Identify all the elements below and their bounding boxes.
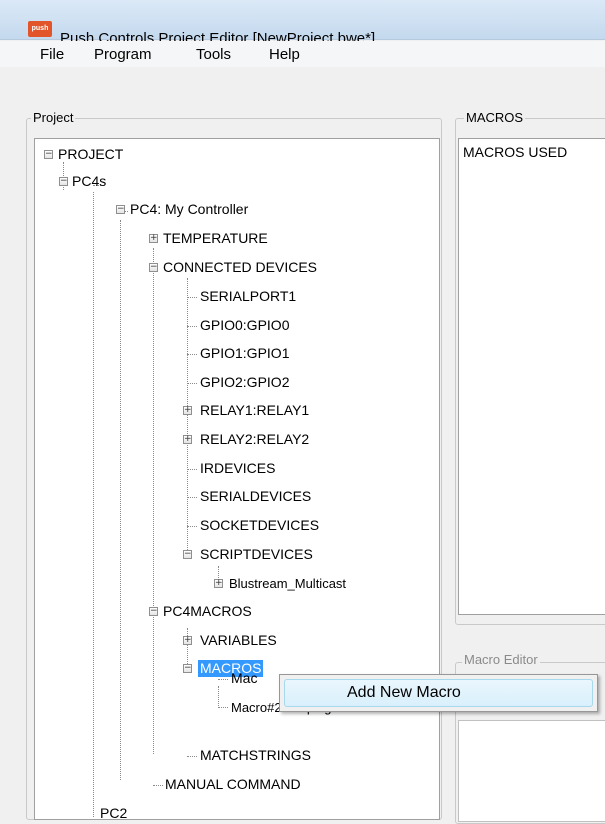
macros-panel-label: MACROS — [464, 110, 526, 125]
tree-connector — [187, 526, 197, 527]
tree-node-socketdevices[interactable]: SOCKETDEVICES — [200, 517, 319, 534]
expand-icon[interactable]: + — [183, 636, 192, 645]
tree-connector — [153, 248, 154, 754]
expand-icon[interactable]: + — [183, 435, 192, 444]
tree-node-pc4macros[interactable]: PC4MACROS — [163, 603, 252, 620]
tree-connector — [218, 679, 228, 680]
tree-node-macro1[interactable]: Mac — [231, 670, 257, 687]
tree-connector — [187, 469, 197, 470]
tree-node-connected-devices[interactable]: CONNECTED DEVICES — [163, 259, 317, 276]
add-new-macro-label: Add New Macro — [347, 684, 461, 701]
tree-node-gpio2[interactable]: GPIO2:GPIO2 — [200, 374, 289, 391]
tree-node-serialdevices[interactable]: SERIALDEVICES — [200, 488, 311, 505]
expand-icon[interactable]: + — [149, 234, 158, 243]
menu-program[interactable]: Program — [94, 46, 152, 64]
macro-editor-area[interactable] — [458, 720, 605, 822]
macro-editor-label: Macro Editor — [462, 652, 540, 667]
title-bar: push Push Controls Project Editor [NewPr… — [0, 0, 605, 47]
tree-node-matchstrings[interactable]: MATCHSTRINGS — [200, 747, 311, 764]
collapse-icon[interactable]: − — [149, 263, 158, 272]
tree-node-project[interactable]: PROJECT — [58, 146, 123, 163]
menu-help[interactable]: Help — [269, 46, 300, 64]
tree-node-variables[interactable]: VARIABLES — [200, 632, 277, 649]
tree-node-gpio0[interactable]: GPIO0:GPIO0 — [200, 317, 289, 334]
macros-used-text: MACROS USED — [463, 144, 568, 160]
tree-node-pc4[interactable]: PC4: My Controller — [130, 201, 248, 218]
tree-connector — [218, 686, 219, 706]
tree-connector — [187, 278, 188, 558]
collapse-icon[interactable]: − — [183, 550, 192, 559]
context-menu: Add New Macro — [279, 674, 598, 712]
app-logo-icon: push — [28, 21, 52, 37]
collapse-icon[interactable]: − — [44, 150, 53, 159]
expand-icon[interactable]: + — [214, 579, 223, 588]
collapse-icon[interactable]: − — [183, 664, 192, 673]
collapse-icon[interactable]: − — [59, 177, 68, 186]
menu-tools[interactable]: Tools — [196, 46, 231, 64]
tree-node-relay1[interactable]: RELAY1:RELAY1 — [200, 402, 309, 419]
tree-node-pc2[interactable]: PC2 — [100, 805, 127, 822]
tree-connector — [187, 326, 197, 327]
tree-connector — [93, 192, 94, 817]
menu-file[interactable]: File — [40, 46, 64, 64]
add-new-macro-menu-item[interactable]: Add New Macro — [284, 679, 593, 707]
tree-node-blustream[interactable]: Blustream_Multicast — [229, 575, 346, 592]
tree-node-serialport1[interactable]: SERIALPORT1 — [200, 288, 296, 305]
tree-connector — [120, 220, 121, 780]
macros-list[interactable] — [458, 138, 605, 615]
tree-node-scriptdevices[interactable]: SCRIPTDEVICES — [200, 546, 313, 563]
tree-connector — [187, 497, 197, 498]
tree-node-manual-command[interactable]: MANUAL COMMAND — [165, 776, 301, 793]
tree-node-irdevices[interactable]: IRDEVICES — [200, 460, 275, 477]
tree-connector — [187, 756, 197, 757]
expand-icon[interactable]: + — [183, 406, 192, 415]
tree-connector — [187, 354, 197, 355]
tree-node-relay2[interactable]: RELAY2:RELAY2 — [200, 431, 309, 448]
tree-node-pc4s[interactable]: PC4s — [72, 173, 106, 190]
tree-connector — [187, 383, 197, 384]
collapse-icon[interactable]: − — [116, 205, 125, 214]
tree-node-gpio1[interactable]: GPIO1:GPIO1 — [200, 345, 289, 362]
tree-connector — [218, 707, 228, 708]
menu-bar: File Program Tools Help — [0, 41, 605, 67]
tree-connector — [153, 785, 163, 786]
collapse-icon[interactable]: − — [149, 607, 158, 616]
project-label: Project — [31, 110, 76, 125]
tree-node-temperature[interactable]: TEMPERATURE — [163, 230, 268, 247]
tree-connector — [187, 297, 197, 298]
